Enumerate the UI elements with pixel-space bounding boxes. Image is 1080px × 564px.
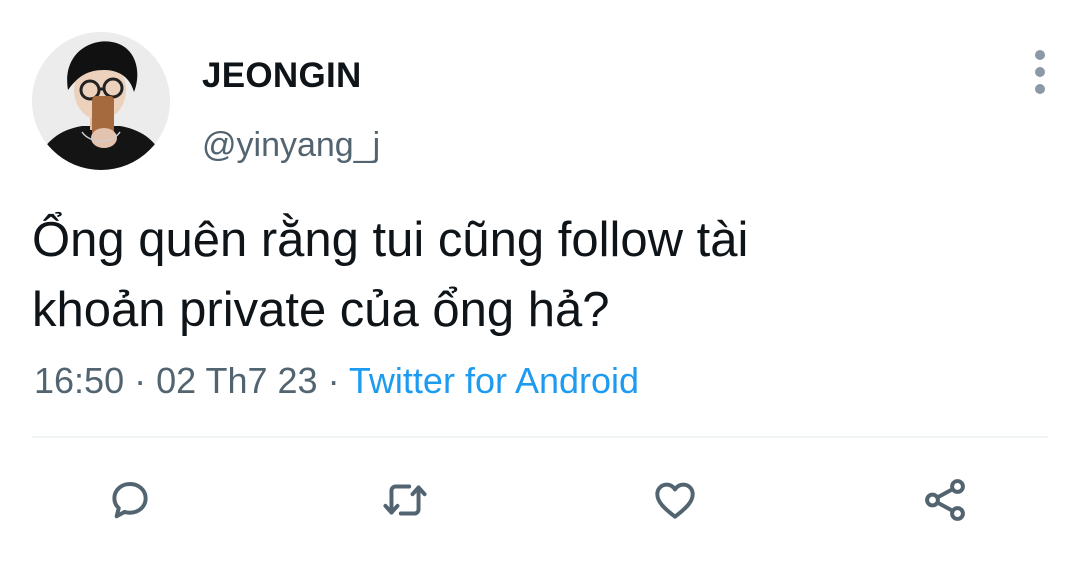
like-button[interactable] bbox=[647, 472, 703, 528]
user-handle[interactable]: @yinyang_j bbox=[202, 126, 380, 165]
meta-separator: · bbox=[124, 360, 157, 401]
share-button[interactable] bbox=[917, 472, 973, 528]
avatar[interactable] bbox=[32, 32, 170, 170]
share-icon bbox=[925, 479, 965, 521]
display-name[interactable]: JEONGIN bbox=[202, 56, 362, 96]
tweet-text: Ổng quên rằng tui cũng follow tài khoản … bbox=[32, 213, 749, 337]
more-dot-icon bbox=[1035, 84, 1045, 94]
retweet-icon bbox=[383, 484, 427, 516]
tweet-card: JEONGIN @yinyang_j Ổng quên rằng tui cũn… bbox=[0, 0, 1080, 564]
divider bbox=[32, 436, 1048, 438]
more-dot-icon bbox=[1035, 50, 1045, 60]
retweet-button[interactable] bbox=[377, 472, 433, 528]
tweet-time: 16:50 bbox=[34, 360, 125, 401]
like-icon bbox=[655, 482, 695, 519]
tweet-meta: 16:50 · 02 Th7 23 · Twitter for Android bbox=[34, 360, 639, 402]
more-dot-icon bbox=[1035, 67, 1045, 77]
reply-button[interactable] bbox=[102, 472, 158, 528]
reply-icon bbox=[112, 481, 148, 519]
meta-separator: · bbox=[317, 360, 349, 401]
tweet-date: 02 Th7 23 bbox=[156, 360, 318, 401]
more-options-button[interactable] bbox=[1026, 50, 1054, 94]
avatar-photo bbox=[32, 32, 170, 170]
tweet-source-link[interactable]: Twitter for Android bbox=[349, 360, 639, 401]
